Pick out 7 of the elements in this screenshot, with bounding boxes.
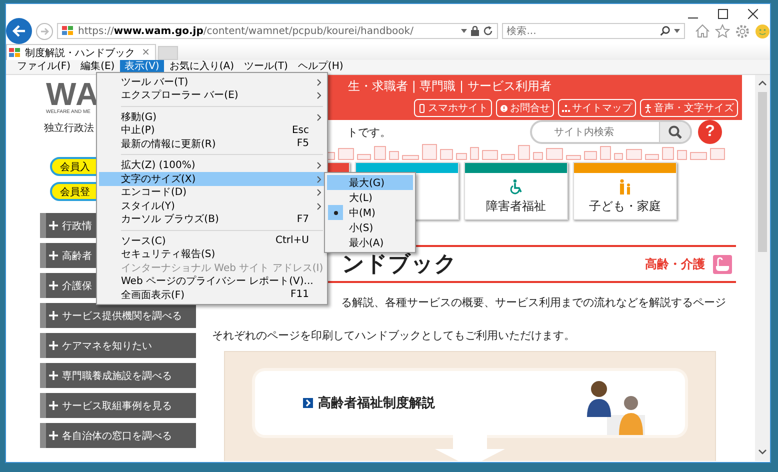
body-text: る解説、各種サービスの概要、サービス利用までの流れなどを解説するページ bbox=[341, 295, 727, 310]
logo-text: WA bbox=[46, 79, 94, 109]
body-text: それぞれのページを印刷してハンドブックとしてもご利用いただけます。 bbox=[212, 328, 576, 343]
intro-text: 独立行政法 bbox=[44, 122, 94, 135]
page-heading: ンドブック bbox=[342, 251, 457, 279]
category-label: 高齢・介護 bbox=[645, 256, 705, 272]
intro-text: トです。 bbox=[347, 124, 391, 140]
